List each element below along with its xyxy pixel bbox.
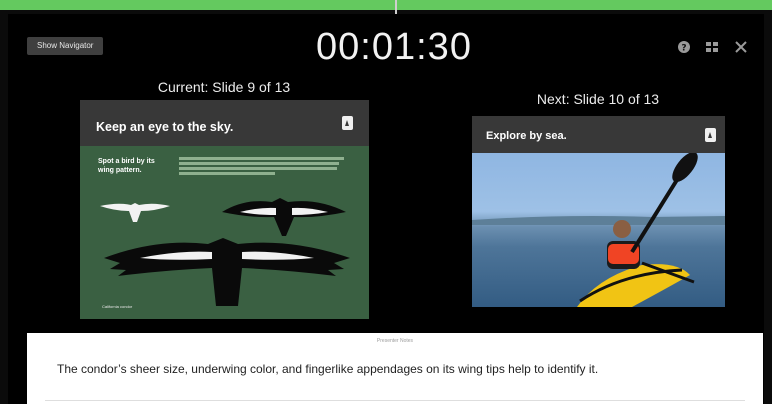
show-navigator-button[interactable]: Show Navigator — [27, 37, 104, 55]
next-slide-title-bar: Explore by sea. — [472, 116, 725, 153]
progress-marker — [395, 0, 397, 14]
presenter-notes-title: Presenter Notes — [376, 338, 414, 344]
condor-caption: California condor — [102, 304, 133, 309]
slide-layout-icon[interactable] — [705, 40, 719, 54]
condor-silhouette — [104, 238, 350, 306]
bookmark-icon — [705, 128, 716, 142]
current-slide-subheading: Spot a bird by its wing pattern. — [98, 158, 155, 174]
small-bird-silhouette — [100, 203, 170, 222]
svg-text:?: ? — [681, 43, 686, 53]
top-progress-bar — [0, 0, 772, 10]
current-slide-title-bar: Keep an eye to the sky. — [80, 100, 369, 146]
bookmark-icon — [342, 116, 353, 130]
presentation-timer[interactable]: 00:01:30 — [302, 26, 486, 69]
current-slide-preview[interactable]: Keep an eye to the sky. Spot a bird by i… — [80, 100, 369, 319]
next-slide-preview[interactable]: Explore by sea. — [472, 116, 725, 307]
current-slide-title: Keep an eye to the sky. — [96, 120, 234, 134]
help-icon[interactable]: ? — [677, 40, 691, 54]
presenter-notes-panel[interactable]: Presenter Notes The condor’s sheer size,… — [27, 333, 763, 404]
current-slide-label: Current: Slide 9 of 13 — [157, 79, 291, 95]
next-slide-title: Explore by sea. — [486, 130, 567, 142]
current-slide-body-text — [179, 157, 344, 175]
notes-divider — [45, 400, 745, 401]
close-icon[interactable] — [734, 40, 748, 54]
next-slide-label: Next: Slide 10 of 13 — [536, 91, 660, 107]
presenter-notes-text[interactable]: The condor’s sheer size, underwing color… — [57, 362, 737, 376]
kayaker-photo — [472, 153, 725, 307]
